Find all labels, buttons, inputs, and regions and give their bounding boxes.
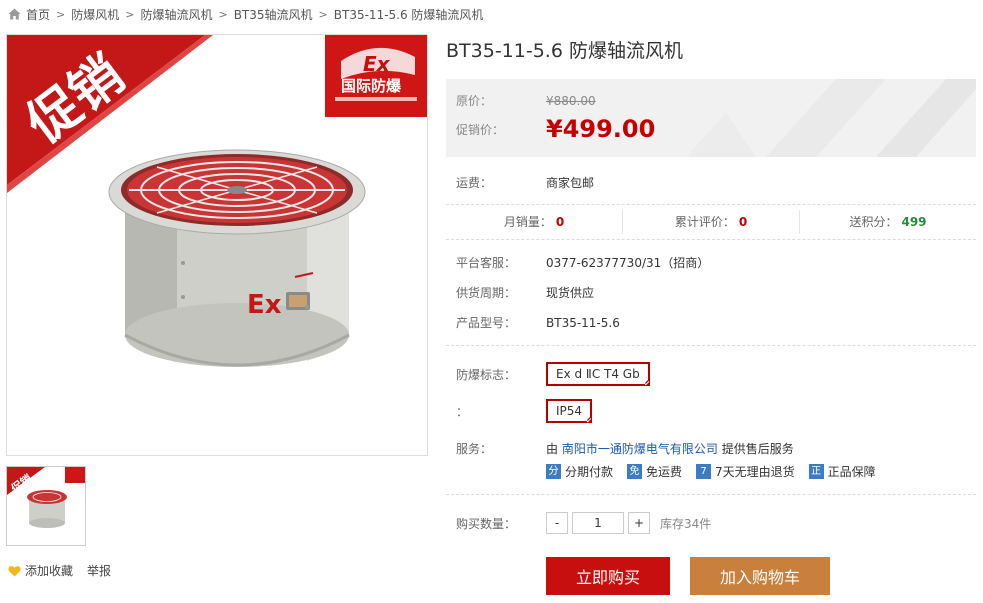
guarantee-7day-return: 7 7天无理由退货 <box>696 463 795 480</box>
breadcrumb-subcategory[interactable]: 防爆轴流风机 <box>140 6 212 23</box>
home-icon[interactable] <box>8 8 21 20</box>
divider <box>446 239 976 240</box>
breadcrumb-separator: > <box>56 7 66 21</box>
fan-illustration: 促销 Ex 国际防爆 Ex <box>7 35 427 367</box>
promo-price-label: 促销价： <box>456 122 505 137</box>
divider <box>446 345 976 346</box>
ex-badge-ex: Ex <box>363 52 391 76</box>
supply-row: 供货周期： 现货供应 <box>456 284 594 301</box>
promo-price: ¥499.00 <box>546 115 656 143</box>
installment-icon: 分 <box>546 464 561 479</box>
report-link[interactable]: 举报 <box>87 562 111 579</box>
authentic-label: 正品保障 <box>827 465 876 479</box>
shipping-row: 运费： 商家包邮 <box>456 174 594 191</box>
total-reviews-label: 累计评价： <box>674 215 735 229</box>
ex-mark-row: 防爆标志： Ex d ⅡC T4 Gb <box>456 362 650 386</box>
favorite-report-row: 添加收藏 举报 <box>8 562 111 579</box>
service-prefix: 由 <box>546 442 559 456</box>
service-suffix: 提供售后服务 <box>721 442 794 456</box>
quantity-decrease-button[interactable]: - <box>546 512 568 534</box>
stock-count: 库存34件 <box>660 516 712 531</box>
add-favorite-link[interactable]: 添加收藏 <box>25 562 73 579</box>
ip-label: ： <box>456 404 469 419</box>
monthly-sales-label: 月销量： <box>503 215 552 229</box>
monthly-sales: 月销量： 0 <box>446 210 623 234</box>
selected-check-icon <box>641 378 650 386</box>
breadcrumb-current: BT35-11-5.6 防爆轴流风机 <box>333 7 484 22</box>
price-box-decoration <box>686 79 976 157</box>
guarantee-free-shipping: 免 免运费 <box>627 463 682 480</box>
price-box: 原价： ¥880.00 促销价： ¥499.00 <box>446 79 976 157</box>
quantity-input[interactable] <box>572 512 624 534</box>
breadcrumb: 首页 > 防爆风机 > 防爆轴流风机 > BT35轴流风机 > BT35-11-… <box>8 6 483 22</box>
model-row: 产品型号： BT35-11-5.6 <box>456 314 620 331</box>
free-shipping-icon: 免 <box>627 464 643 479</box>
ex-mark-label: 防爆标志： <box>456 367 517 382</box>
divider <box>446 494 976 495</box>
model-label: 产品型号： <box>456 316 517 330</box>
main-product-image[interactable]: 促销 Ex 国际防爆 Ex <box>6 34 428 456</box>
ex-mark-option-text: Ex d ⅡC T4 Gb <box>556 367 640 381</box>
seven-day-return-icon: 7 <box>696 464 712 479</box>
ip-row: ： IP54 <box>456 399 593 423</box>
breadcrumb-category[interactable]: 防爆风机 <box>71 6 119 23</box>
heart-icon[interactable] <box>8 565 21 577</box>
sales-stats: 月销量： 0 累计评价： 0 送积分： 499 <box>446 210 976 234</box>
shipping-label: 运费： <box>456 176 493 190</box>
service-phone-value: 0377-62377730/31（招商） <box>546 256 710 270</box>
original-price-row: 原价： ¥880.00 <box>456 92 596 109</box>
selected-check-icon <box>584 415 593 423</box>
breadcrumb-separator: > <box>318 7 328 21</box>
breadcrumb-home[interactable]: 首页 <box>26 6 50 23</box>
divider <box>446 204 976 205</box>
guarantee-authentic: 正 正品保障 <box>808 463 876 480</box>
quantity-row: 购买数量： - + 库存34件 <box>456 512 711 534</box>
fan-ex-mark: Ex <box>247 290 282 320</box>
quantity-label: 购买数量： <box>456 516 517 531</box>
ex-badge-text: 国际防爆 <box>341 77 402 95</box>
thumbnail-image: 促销 <box>7 467 85 528</box>
quantity-increase-button[interactable]: + <box>628 512 650 534</box>
bonus-points-label: 送积分： <box>849 215 898 229</box>
total-reviews-value: 0 <box>738 215 748 229</box>
breadcrumb-series[interactable]: BT35轴流风机 <box>234 6 313 23</box>
authentic-icon: 正 <box>808 464 824 479</box>
bonus-points-value: 499 <box>901 215 927 229</box>
seven-day-return-label: 7天无理由退货 <box>715 465 795 479</box>
product-title: BT35-11-5.6 防爆轴流风机 <box>446 40 683 62</box>
promo-price-row: 促销价： ¥499.00 <box>456 115 655 143</box>
add-to-cart-button[interactable]: 加入购物车 <box>690 557 830 595</box>
buy-now-button[interactable]: 立即购买 <box>546 557 670 595</box>
original-price: ¥880.00 <box>546 93 596 108</box>
free-shipping-label: 免运费 <box>646 465 683 479</box>
service-label: 服务： <box>456 442 493 456</box>
supply-value: 现货供应 <box>546 286 595 300</box>
guarantee-installment: 分 分期付款 <box>546 463 613 480</box>
total-reviews[interactable]: 累计评价： 0 <box>623 210 800 234</box>
installment-label: 分期付款 <box>565 465 614 479</box>
original-price-label: 原价： <box>456 94 493 108</box>
ip-option[interactable]: IP54 <box>546 399 593 423</box>
service-company-link[interactable]: 南阳市一通防爆电气有限公司 <box>562 442 718 456</box>
thumbnail-1[interactable]: 促销 <box>6 466 86 546</box>
ex-mark-option[interactable]: Ex d ⅡC T4 Gb <box>546 362 650 386</box>
breadcrumb-separator: > <box>125 7 135 21</box>
service-row: 服务： 由 南阳市一通防爆电气有限公司 提供售后服务 <box>456 440 794 457</box>
model-value: BT35-11-5.6 <box>546 315 620 330</box>
breadcrumb-separator: > <box>218 7 228 21</box>
supply-label: 供货周期： <box>456 286 517 300</box>
service-phone-label: 平台客服： <box>456 256 517 270</box>
guarantee-badges: 分 分期付款 免 免运费 7 7天无理由退货 正 正品保障 <box>546 463 890 480</box>
service-phone-row: 平台客服： 0377-62377730/31（招商） <box>456 254 709 271</box>
ex-badge <box>325 35 427 117</box>
ip-option-text: IP54 <box>556 404 583 418</box>
shipping-value: 商家包邮 <box>546 176 595 190</box>
bonus-points: 送积分： 499 <box>800 210 976 234</box>
monthly-sales-value: 0 <box>555 215 565 229</box>
